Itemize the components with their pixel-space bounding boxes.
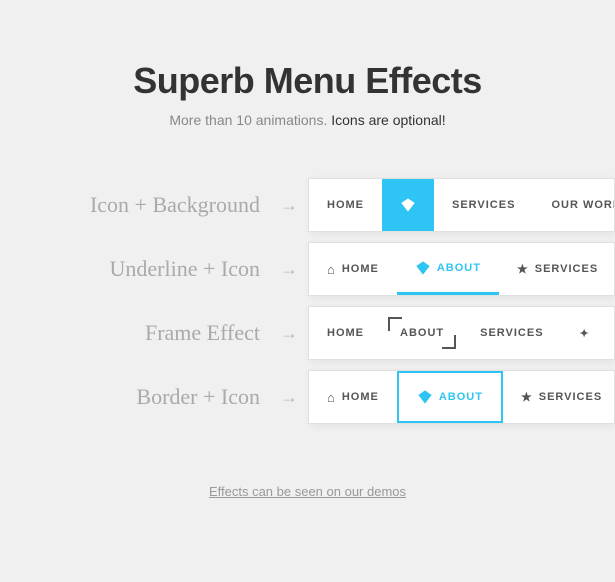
diamond-icon-4 bbox=[417, 389, 433, 405]
diamond-icon-2 bbox=[415, 260, 431, 276]
effect-label-4: Border + Icon bbox=[0, 384, 280, 410]
subtitle-emphasis: Icons are optional! bbox=[331, 112, 445, 128]
star-icon-4: ★ bbox=[521, 390, 533, 404]
nav-item-home-3: HOME bbox=[309, 307, 382, 359]
nav-item-home-4: ⌂ HOME bbox=[309, 371, 397, 423]
nav-mockup-1: HOME SERVICES OUR WORK bbox=[308, 178, 615, 232]
arrow-3: → bbox=[280, 323, 298, 344]
diamond-icon-1 bbox=[400, 197, 416, 213]
nav-item-active-1 bbox=[382, 179, 434, 231]
subtitle-text: More than 10 animations. bbox=[169, 112, 331, 128]
nav-mockup-4: ⌂ HOME ABOUT ★ SERVICES bbox=[308, 370, 615, 424]
nav-mockup-3: HOME ABOUT SERVICES ✦ bbox=[308, 306, 615, 360]
arrow-4: → bbox=[280, 387, 298, 408]
page-title: Superb Menu Effects bbox=[133, 60, 482, 102]
effect-label-3: Frame Effect bbox=[0, 320, 280, 346]
page-wrapper: Superb Menu Effects More than 10 animati… bbox=[0, 0, 615, 582]
nav-mockup-2: ⌂ HOME ABOUT ★ SERVICES bbox=[308, 242, 615, 296]
demos-link[interactable]: Effects can be seen on our demos bbox=[209, 484, 406, 499]
nav-item-home-2: ⌂ HOME bbox=[309, 243, 397, 295]
arrow-1: → bbox=[280, 195, 298, 216]
nav-item-about-2: ABOUT bbox=[397, 243, 499, 295]
nav-item-extra-3: ✦ bbox=[562, 307, 608, 359]
nav-item-services-1: SERVICES bbox=[434, 179, 533, 231]
home-icon-4: ⌂ bbox=[327, 390, 336, 405]
effect-row-3: Frame Effect → HOME ABOUT SERVICES ✦ bbox=[0, 306, 615, 360]
effect-label-1: Icon + Background bbox=[0, 192, 280, 218]
effect-row-2: Underline + Icon → ⌂ HOME ABOUT ★ SERVIC… bbox=[0, 242, 615, 296]
effect-row-1: Icon + Background → HOME SERVICES OUR WO… bbox=[0, 178, 615, 232]
effect-label-2: Underline + Icon bbox=[0, 256, 280, 282]
nav-item-home-1: HOME bbox=[309, 179, 382, 231]
nav-item-services-2: ★ SERVICES bbox=[499, 243, 615, 295]
arrow-2: → bbox=[280, 259, 298, 280]
nav-item-about-4: ABOUT bbox=[397, 371, 503, 423]
effect-row-4: Border + Icon → ⌂ HOME ABOUT ★ SERVICES bbox=[0, 370, 615, 424]
effects-list: Icon + Background → HOME SERVICES OUR WO… bbox=[0, 178, 615, 434]
home-icon-2: ⌂ bbox=[327, 262, 336, 277]
nav-item-about-3: ABOUT bbox=[382, 307, 462, 359]
nav-item-services-3: SERVICES bbox=[462, 307, 561, 359]
page-subtitle: More than 10 animations. Icons are optio… bbox=[169, 112, 445, 128]
nav-item-services-4: ★ SERVICES bbox=[503, 371, 615, 423]
star-icon-2: ★ bbox=[517, 262, 529, 276]
nav-item-ourwork-1: OUR WORK bbox=[533, 179, 615, 231]
